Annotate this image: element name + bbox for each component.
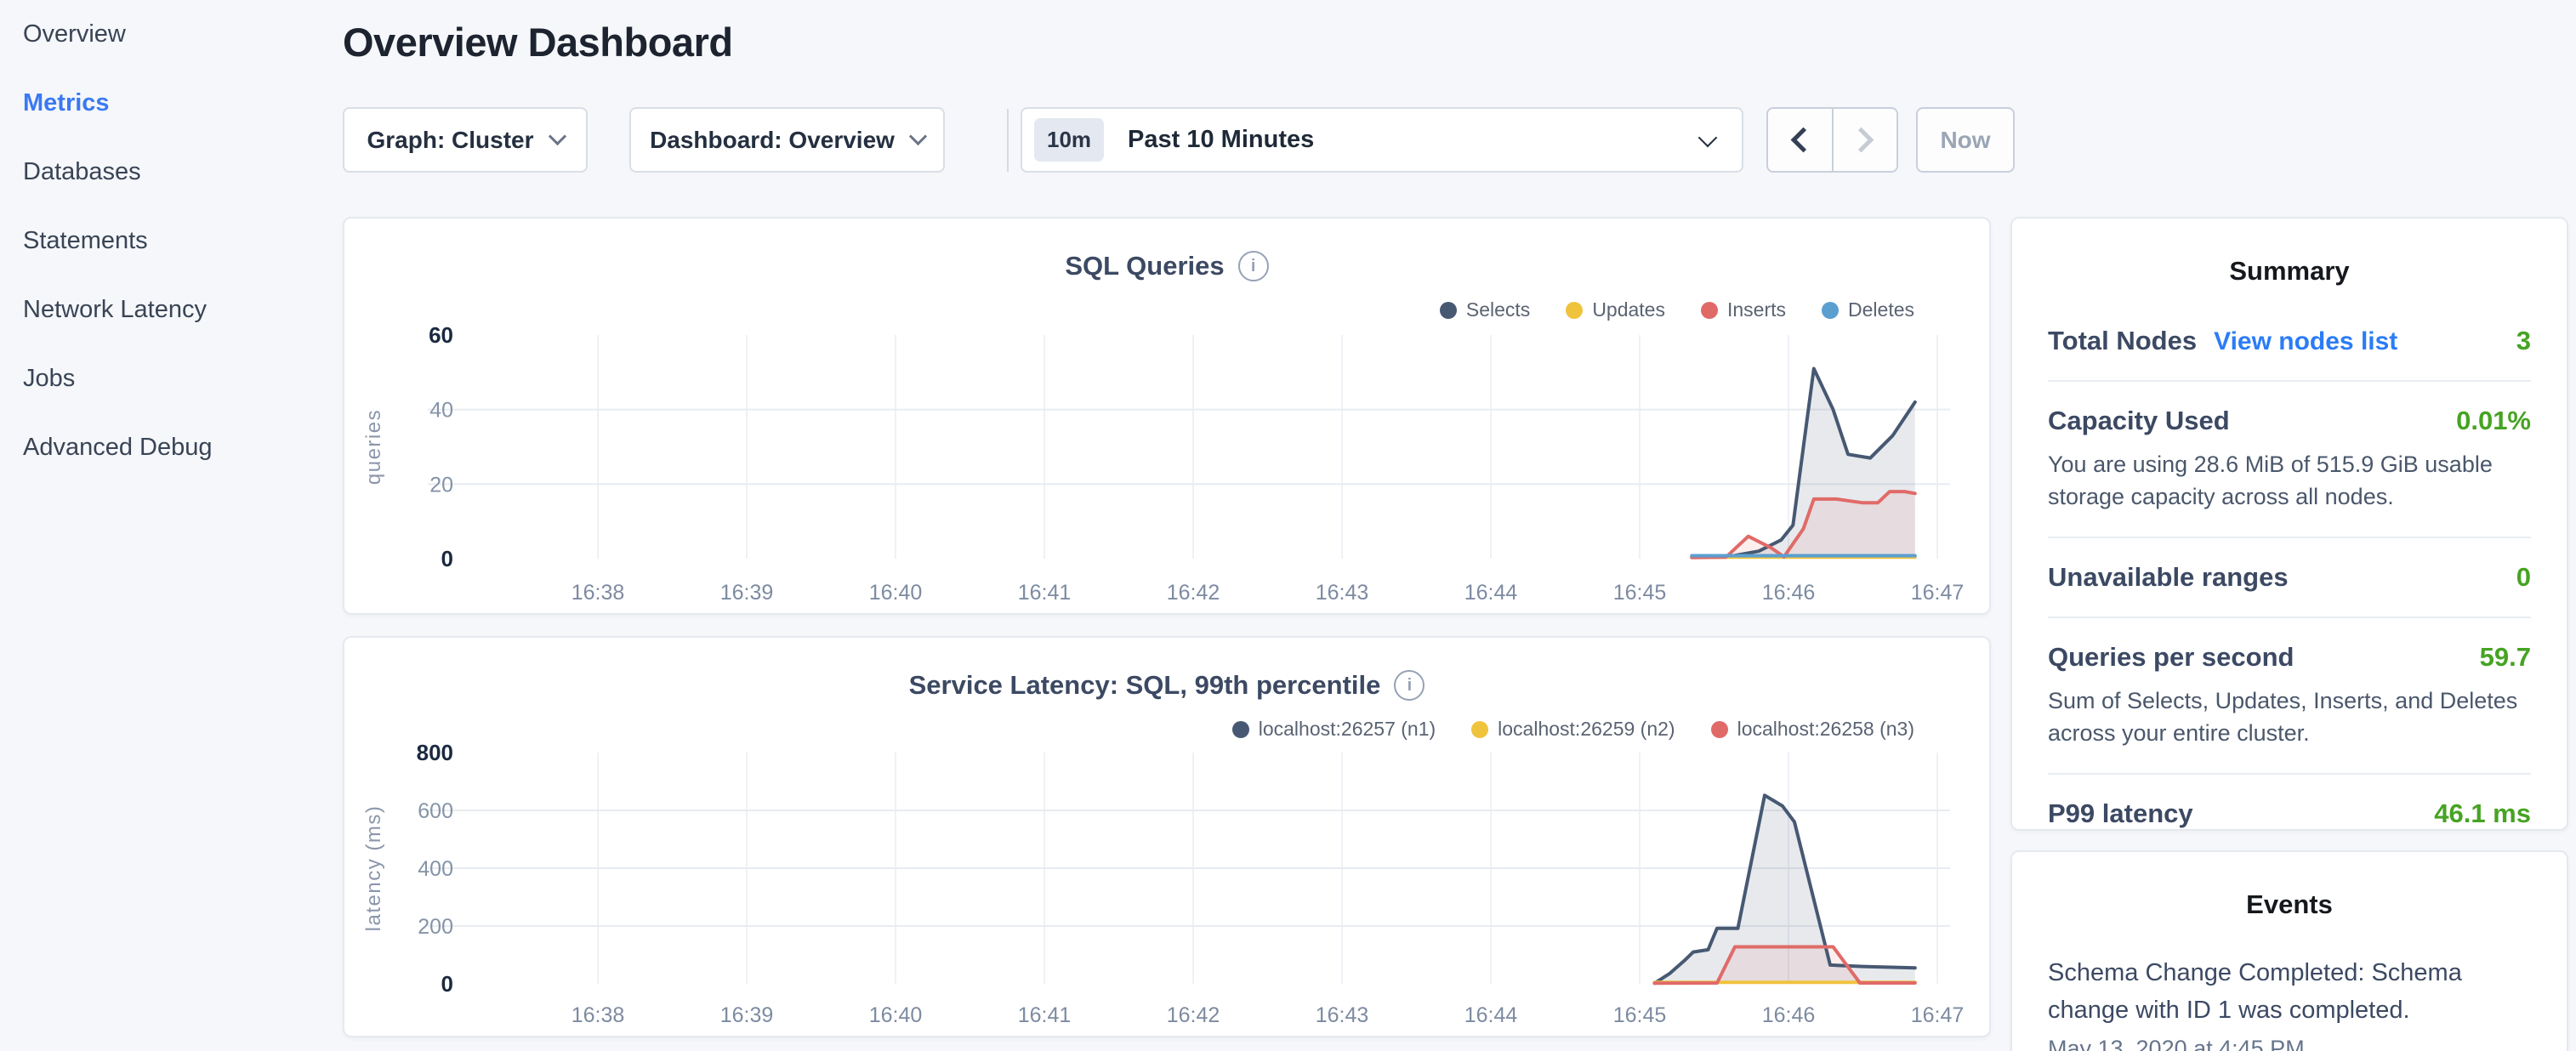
- svg-text:16:41: 16:41: [1018, 581, 1072, 605]
- summary-row-value: 3: [2516, 326, 2531, 356]
- summary-row: Total Nodes View nodes list 3: [2048, 326, 2531, 356]
- graph-dropdown[interactable]: Graph: Cluster: [343, 107, 588, 173]
- svg-text:16:42: 16:42: [1167, 1003, 1220, 1027]
- svg-text:latency (ms): latency (ms): [362, 805, 385, 932]
- time-range-dropdown[interactable]: 10m Past 10 Minutes: [1021, 107, 1743, 173]
- svg-text:16:46: 16:46: [1762, 1003, 1816, 1027]
- summary-row: Queries per second 59.7 Sum of Selects, Up…: [2048, 642, 2531, 749]
- service-latency-chart-card: Service Latency: SQL, 99th percentile i …: [343, 636, 1991, 1037]
- chevron-down-icon: [909, 128, 927, 145]
- svg-text:16:44: 16:44: [1464, 581, 1518, 605]
- svg-text:queries: queries: [362, 409, 385, 485]
- svg-text:40: 40: [429, 399, 453, 423]
- summary-divider: [2048, 773, 2531, 775]
- chevron-down-icon: [548, 128, 566, 145]
- svg-text:16:47: 16:47: [1911, 581, 1965, 605]
- events-panel: Events Schema Change Completed: Schema c…: [2010, 850, 2568, 1051]
- summary-row-label: P99 latency: [2048, 798, 2193, 828]
- summary-row-value: 59.7: [2480, 642, 2531, 673]
- view-nodes-list-link[interactable]: View nodes list: [2214, 327, 2397, 355]
- svg-text:16:44: 16:44: [1464, 1003, 1518, 1027]
- sidebar-item-advanced-debug[interactable]: Advanced Debug: [0, 413, 333, 482]
- svg-text:16:40: 16:40: [869, 581, 923, 605]
- sidebar-item-metrics[interactable]: Metrics: [0, 69, 333, 138]
- events-title: Events: [2048, 889, 2531, 920]
- svg-text:0: 0: [441, 971, 453, 997]
- toolbar-divider: [1007, 109, 1009, 172]
- svg-text:16:38: 16:38: [571, 1003, 625, 1027]
- event-timestamp: May 13, 2020 at 4:45 PM: [2048, 1036, 2531, 1051]
- dashboard-dropdown-label: Dashboard: Overview: [650, 127, 895, 154]
- summary-row-value: 0: [2516, 562, 2531, 593]
- svg-text:16:39: 16:39: [720, 1003, 774, 1027]
- app-root: OverviewMetricsDatabasesStatementsNetwor…: [0, 0, 2576, 1051]
- sidebar-item-databases[interactable]: Databases: [0, 138, 333, 207]
- time-prev-button[interactable]: [1768, 109, 1832, 171]
- summary-divider: [2048, 616, 2531, 618]
- dashboard-dropdown[interactable]: Dashboard: Overview: [629, 107, 945, 173]
- summary-divider: [2048, 537, 2531, 538]
- summary-row: P99 latency 46.1 ms: [2048, 798, 2531, 829]
- svg-text:16:42: 16:42: [1167, 581, 1220, 605]
- svg-text:16:40: 16:40: [869, 1003, 923, 1027]
- summary-row-value: 46.1 ms: [2434, 798, 2531, 829]
- events-list: Schema Change Completed: Schema change w…: [2048, 954, 2531, 1051]
- chevron-down-icon: [1698, 128, 1718, 147]
- page-title: Overview Dashboard: [343, 19, 733, 65]
- chevron-right-icon: [1849, 128, 1874, 153]
- summary-row-label: Total Nodes: [2048, 326, 2197, 355]
- event-text: Schema Change Completed: Schema change w…: [2048, 954, 2531, 1029]
- summary-row-value: 0.01%: [2456, 406, 2531, 436]
- svg-text:200: 200: [418, 915, 453, 939]
- svg-text:16:41: 16:41: [1018, 1003, 1072, 1027]
- svg-text:16:38: 16:38: [571, 581, 625, 605]
- svg-text:60: 60: [429, 322, 453, 348]
- svg-text:16:47: 16:47: [1911, 1003, 1965, 1027]
- svg-text:0: 0: [441, 546, 453, 571]
- svg-text:800: 800: [417, 740, 453, 765]
- summary-panel: Summary Total Nodes View nodes list 3 Capac…: [2010, 217, 2568, 831]
- summary-divider: [2048, 380, 2531, 382]
- summary-row: Capacity Used 0.01% You are using 28.6 MiB…: [2048, 406, 2531, 513]
- time-next-button[interactable]: [1832, 109, 1897, 171]
- summary-rows: Total Nodes View nodes list 3 Capacity Used…: [2048, 326, 2531, 829]
- sidebar-item-network-latency[interactable]: Network Latency: [0, 276, 333, 344]
- svg-text:16:45: 16:45: [1613, 1003, 1667, 1027]
- svg-text:16:43: 16:43: [1316, 1003, 1369, 1027]
- summary-row: Unavailable ranges 0: [2048, 562, 2531, 593]
- graph-dropdown-label: Graph: Cluster: [367, 127, 533, 154]
- sql-queries-chart-card: SQL Queries i SelectsUpdatesInsertsDelet…: [343, 217, 1991, 615]
- summary-row-description: You are using 28.6 MiB of 515.9 GiB usab…: [2048, 448, 2531, 513]
- time-range-label: Past 10 Minutes: [1128, 126, 1701, 154]
- sidebar-item-jobs[interactable]: Jobs: [0, 344, 333, 413]
- svg-text:16:45: 16:45: [1613, 581, 1667, 605]
- svg-text:600: 600: [418, 799, 453, 823]
- svg-text:20: 20: [429, 473, 453, 497]
- summary-row-label: Queries per second: [2048, 642, 2294, 672]
- svg-text:16:39: 16:39: [720, 581, 774, 605]
- svg-text:400: 400: [418, 857, 453, 881]
- svg-text:16:46: 16:46: [1762, 581, 1816, 605]
- time-pager: [1766, 107, 1898, 173]
- svg-text:16:43: 16:43: [1316, 581, 1369, 605]
- summary-row-label: Capacity Used: [2048, 406, 2230, 435]
- chart-plot-svg: 0 200 400 600 800 16:38 16:39 16:40 16:41 16:42 16…: [344, 638, 1989, 1036]
- sidebar-item-overview[interactable]: Overview: [0, 0, 333, 69]
- time-range-badge: 10m: [1034, 118, 1104, 162]
- sidebar: OverviewMetricsDatabasesStatementsNetwor…: [0, 0, 333, 1051]
- summary-row-description: Sum of Selects, Updates, Inserts, and De…: [2048, 685, 2531, 749]
- now-button[interactable]: Now: [1916, 107, 2015, 173]
- summary-row-label: Unavailable ranges: [2048, 562, 2289, 592]
- summary-title: Summary: [2048, 256, 2531, 287]
- sidebar-item-statements[interactable]: Statements: [0, 207, 333, 276]
- chevron-left-icon: [1790, 128, 1816, 153]
- chart-plot-svg: 0 20 40 60 16:38 16:39 16:40 16:41 16:42 16:43 16:…: [344, 219, 1989, 613]
